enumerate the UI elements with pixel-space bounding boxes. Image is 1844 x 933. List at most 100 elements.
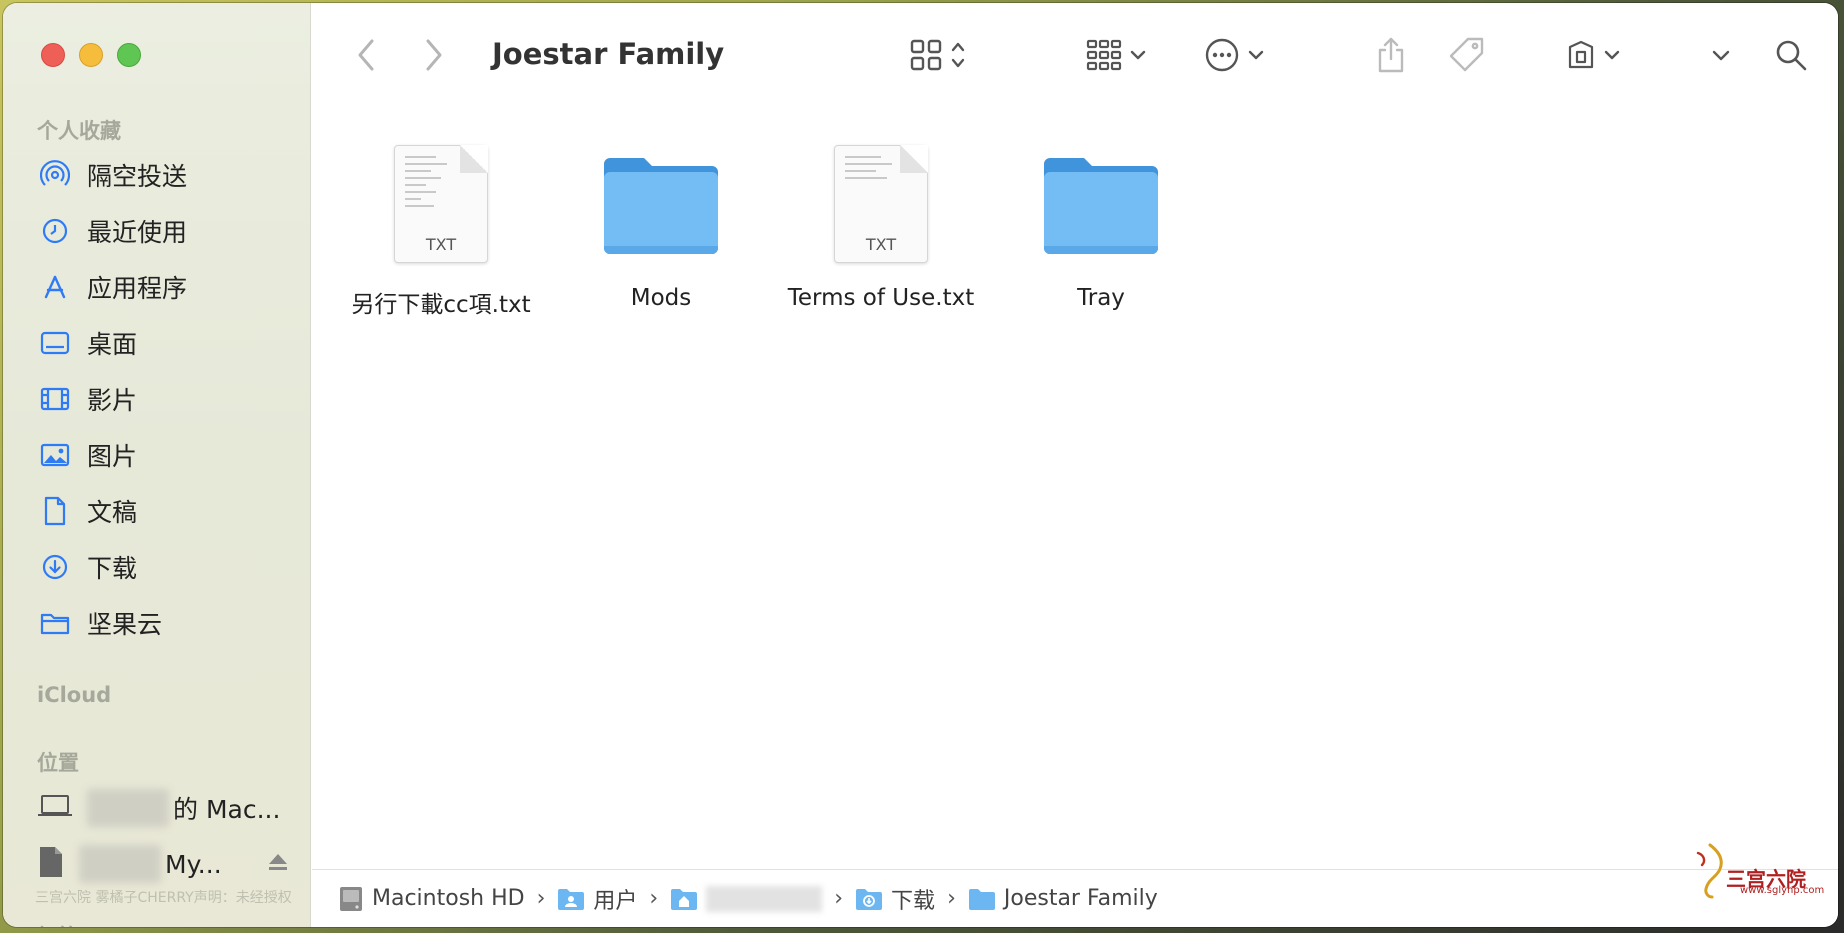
sidebar-item-label: My... [165,849,222,879]
file-name: Tray [1077,285,1125,311]
eject-icon[interactable] [267,852,289,876]
tag-button[interactable] [1448,35,1486,75]
document-icon [39,495,71,527]
share-icon [1378,37,1404,73]
text-document-icon: TXT [394,139,488,269]
sidebar-item-movies[interactable]: 影片 [39,379,299,419]
sidebar: 个人收藏 隔空投送 最近使用 应用程序 桌面 影片 图片 文稿 下载 坚果云 i… [3,3,311,927]
path-bar: Macintosh HD › 用户 › › 下载 › Joestar Famil… [312,869,1838,927]
laptop-icon [37,793,73,823]
film-icon [39,383,71,415]
sidebar-item-applications[interactable]: 应用程序 [39,267,299,307]
toolbar: Joestar Family [312,3,1838,99]
watermark-text: 三宫六院 雾橘子CHERRY声明：未经授权 [35,890,292,906]
redacted-name [79,845,161,883]
toolbar-overflow-button[interactable] [1712,35,1730,75]
chevron-right-icon: › [649,886,659,911]
file-grid: TXT 另行下載cc項.txt Mods TXT Terms of Use.tx… [312,99,1838,869]
tag-icon [1449,37,1484,72]
path-item-current[interactable]: Joestar Family [968,886,1158,911]
folder-icon [968,888,995,910]
sidebar-item-label: 文稿 [87,498,138,527]
sidebar-item-label: 图片 [87,442,138,471]
close-button[interactable] [41,43,65,67]
sidebar-section-tags: 标签 [37,921,79,927]
path-item-home[interactable] [670,885,823,912]
photo-icon [39,439,71,471]
sidebar-section-icloud: iCloud [37,683,112,707]
path-item-users[interactable]: 用户 [557,883,637,915]
chevron-down-icon [1130,50,1146,60]
sidebar-item-disk[interactable]: My... [37,844,297,884]
chevron-right-icon: › [834,886,844,911]
file-name: Mods [630,285,692,311]
sidebar-item-jianguoyun[interactable]: 坚果云 [39,603,299,643]
maximize-button[interactable] [117,43,141,67]
path-item-label: 用户 [593,888,638,914]
folder-icon [600,139,722,269]
chevron-right-icon: › [536,886,546,911]
airdrop-icon [39,159,71,191]
sidebar-section-favorites: 个人收藏 [37,119,121,143]
group-icon [1086,39,1122,71]
file-item[interactable]: TXT Terms of Use.txt [776,139,986,311]
sidebar-item-pictures[interactable]: 图片 [39,435,299,475]
home-folder-icon [671,888,698,910]
chevron-down-icon [1248,50,1264,60]
search-button[interactable] [1774,35,1808,75]
nutstore-icon [1568,40,1594,69]
path-item-label: Joestar Family [1003,886,1158,911]
path-item-downloads[interactable]: 下载 [855,883,935,915]
sidebar-item-label: 影片 [87,386,138,415]
hard-drive-icon [340,886,362,911]
sidebar-item-documents[interactable]: 文稿 [39,491,299,531]
folder-item[interactable]: Mods [556,139,766,311]
file-icon [37,845,65,883]
minimize-button[interactable] [79,43,103,67]
sidebar-item-recents[interactable]: 最近使用 [39,211,299,251]
file-ext-label: TXT [425,235,457,254]
sidebar-item-label: 桌面 [87,330,138,359]
search-icon [1776,40,1807,71]
back-button[interactable] [356,35,376,75]
watermark-logo: 三宫六院 www.sglynp.com [1688,841,1824,905]
sidebar-item-mac[interactable]: 的 Mac... [37,788,297,828]
share-button[interactable] [1376,35,1406,75]
group-button[interactable] [1086,35,1146,75]
redacted-username [706,885,823,912]
path-item-macintosh-hd[interactable]: Macintosh HD [338,885,525,913]
folder-icon [39,607,71,639]
sidebar-item-label: 隔空投送 [87,162,188,191]
clock-icon [39,215,71,247]
path-item-label: 下载 [891,888,936,914]
sidebar-item-downloads[interactable]: 下载 [39,547,299,587]
more-icon [1205,38,1239,72]
desktop-icon [39,327,71,359]
chevron-down-icon [1604,50,1620,60]
sidebar-item-desktop[interactable]: 桌面 [39,323,299,363]
window-title: Joestar Family [492,37,725,71]
window-controls [41,43,141,67]
file-ext-label: TXT [865,235,897,254]
sidebar-item-label: 应用程序 [87,274,188,303]
view-mode-button[interactable] [910,35,966,75]
folder-item[interactable]: Tray [996,139,1206,311]
sidebar-item-label: 坚果云 [87,610,163,639]
forward-button[interactable] [424,35,444,75]
nutstore-button[interactable] [1566,35,1620,75]
folder-icon [558,888,585,910]
chevron-right-icon: › [947,886,956,911]
grid-view-icon [910,39,942,71]
text-document-icon: TXT [834,139,928,269]
file-item[interactable]: TXT 另行下載cc項.txt [336,139,546,319]
sidebar-item-airdrop[interactable]: 隔空投送 [39,155,299,195]
chevron-left-icon [358,39,374,71]
folder-icon [1040,139,1162,269]
action-button[interactable] [1204,35,1264,75]
redacted-name [87,789,169,827]
watermark-url: www.sglynp.com [1740,885,1825,896]
file-name: Terms of Use.txt [787,285,975,311]
chevron-right-icon [426,39,442,71]
sidebar-item-label: 的 Mac... [173,795,281,824]
finder-window: 个人收藏 隔空投送 最近使用 应用程序 桌面 影片 图片 文稿 下载 坚果云 i… [3,3,1838,927]
